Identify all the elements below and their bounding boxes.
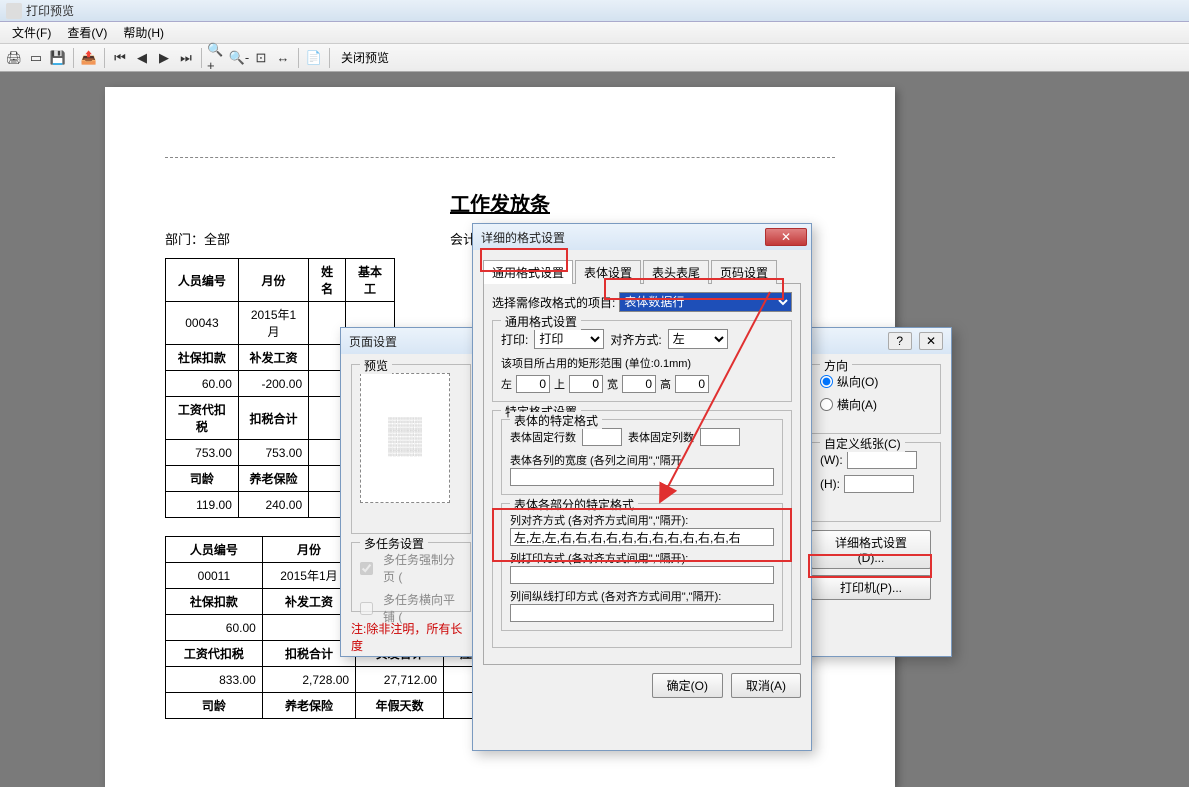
tab-common[interactable]: 通用格式设置 <box>483 260 573 284</box>
align-select[interactable]: 左 <box>668 329 728 349</box>
tab-body[interactable]: 表体设置 <box>575 260 641 284</box>
fixed-rows-input[interactable] <box>582 428 622 446</box>
first-page-icon[interactable]: ⏮ <box>110 48 130 68</box>
detail-format-titlebar: 详细的格式设置 ✕ <box>473 224 811 250</box>
prev-page-icon[interactable]: ◀ <box>132 48 152 68</box>
tab-header-footer[interactable]: 表头表尾 <box>643 260 709 284</box>
zoom-fit-icon[interactable]: ⊡ <box>251 48 271 68</box>
help-button[interactable]: ? <box>888 332 912 350</box>
col-align-label: 列对齐方式 (各对齐方式间用","隔开): <box>510 512 774 528</box>
chk-force-page[interactable] <box>360 562 373 575</box>
toolbar: 🖨 ▭ 💾 📤 ⏮ ◀ ▶ ⏭ 🔍+ 🔍- ⊡ ↔ 📄 关闭预览 <box>0 44 1189 72</box>
menu-help[interactable]: 帮助(H) <box>115 22 172 43</box>
select-item-label: 选择需修改格式的项目: <box>492 294 615 311</box>
rect-range-label: 该项目所占用的矩形范围 (单位:0.1mm) <box>501 355 783 371</box>
col-print-input[interactable] <box>510 566 774 584</box>
col-line-input[interactable] <box>510 604 774 622</box>
menu-view[interactable]: 查看(V) <box>59 22 115 43</box>
menubar: 文件(F) 查看(V) 帮助(H) <box>0 22 1189 44</box>
common-format-legend: 通用格式设置 <box>501 313 581 330</box>
rect-width-input[interactable] <box>622 375 656 393</box>
col-width-input[interactable] <box>510 468 774 486</box>
detail-format-title: 详细的格式设置 <box>481 229 565 246</box>
detail-format-dialog: 详细的格式设置 ✕ 通用格式设置 表体设置 表头表尾 页码设置 选择需修改格式的… <box>472 223 812 751</box>
last-page-icon[interactable]: ⏭ <box>176 48 196 68</box>
workspace: 工作发放条 部门：全部 会计月份： 人员编号月份姓名基本工 000432015年… <box>0 72 1189 751</box>
cancel-button[interactable]: 取消(A) <box>731 673 801 698</box>
print-icon[interactable]: 🖨 <box>4 48 24 68</box>
page-setup-title: 页面设置 <box>349 333 397 350</box>
page-setup-note: 注:除非注明，所有长度 <box>351 620 471 654</box>
radio-portrait[interactable] <box>820 375 833 388</box>
body-format-legend: 表体的特定格式 <box>510 412 602 429</box>
detail-tabs: 通用格式设置 表体设置 表头表尾 页码设置 <box>483 260 801 284</box>
close-preview-button[interactable]: 关闭预览 <box>335 47 395 68</box>
menu-file[interactable]: 文件(F) <box>4 22 59 43</box>
print-select[interactable]: 打印 <box>534 329 604 349</box>
dept-value: 全部 <box>204 232 230 247</box>
page-divider <box>165 157 835 158</box>
parts-format-legend: 表体各部分的特定格式 <box>510 496 638 513</box>
dept-label: 部门： <box>165 232 204 247</box>
radio-landscape[interactable] <box>820 398 833 411</box>
multitask-legend: 多任务设置 <box>360 535 428 552</box>
tab-page-number[interactable]: 页码设置 <box>711 260 777 284</box>
col-line-label: 列间纵线打印方式 (各对齐方式间用","隔开): <box>510 588 774 604</box>
window-titlebar: 打印预览 <box>0 0 1189 22</box>
chk-horiz[interactable] <box>360 602 373 615</box>
close-icon[interactable]: ✕ <box>765 228 807 246</box>
rect-height-input[interactable] <box>675 375 709 393</box>
col-print-label: 列打印方式 (各对齐方式间用","隔开): <box>510 550 774 566</box>
window-title: 打印预览 <box>26 2 74 19</box>
app-icon <box>6 3 22 19</box>
doc-title: 工作发放条 <box>165 188 835 217</box>
col-width-label: 表体各列的宽度 (各列之间用","隔开 <box>510 452 774 468</box>
save-icon[interactable]: 💾 <box>48 48 68 68</box>
printer-button[interactable]: 打印机(P)... <box>811 575 931 600</box>
open-icon[interactable]: ▭ <box>26 48 46 68</box>
preview-thumbnail: ░░░░░░░░░░░░░░░░░░░░░░░░░░░░░░░░░░░░░░░░… <box>360 373 450 503</box>
detail-format-button[interactable]: 详细格式设置(D)... <box>811 530 931 569</box>
orientation-legend: 方向 <box>820 357 852 374</box>
paper-height-input[interactable] <box>844 475 914 493</box>
rect-left-input[interactable] <box>516 375 550 393</box>
select-item-dropdown[interactable]: 表体数据行 <box>619 292 792 312</box>
col-align-input[interactable] <box>510 528 774 546</box>
preview-legend: 预览 <box>360 357 392 374</box>
fixed-cols-input[interactable] <box>700 428 740 446</box>
rect-top-input[interactable] <box>569 375 603 393</box>
export-icon[interactable]: 📤 <box>79 48 99 68</box>
page-setup-icon[interactable]: 📄 <box>304 48 324 68</box>
custom-paper-legend: 自定义纸张(C) <box>820 435 905 452</box>
paper-width-input[interactable] <box>847 451 917 469</box>
zoom-in-icon[interactable]: 🔍+ <box>207 48 227 68</box>
zoom-out-icon[interactable]: 🔍- <box>229 48 249 68</box>
next-page-icon[interactable]: ▶ <box>154 48 174 68</box>
zoom-width-icon[interactable]: ↔ <box>273 48 293 68</box>
close-button[interactable]: ✕ <box>919 332 943 350</box>
ok-button[interactable]: 确定(O) <box>652 673 723 698</box>
